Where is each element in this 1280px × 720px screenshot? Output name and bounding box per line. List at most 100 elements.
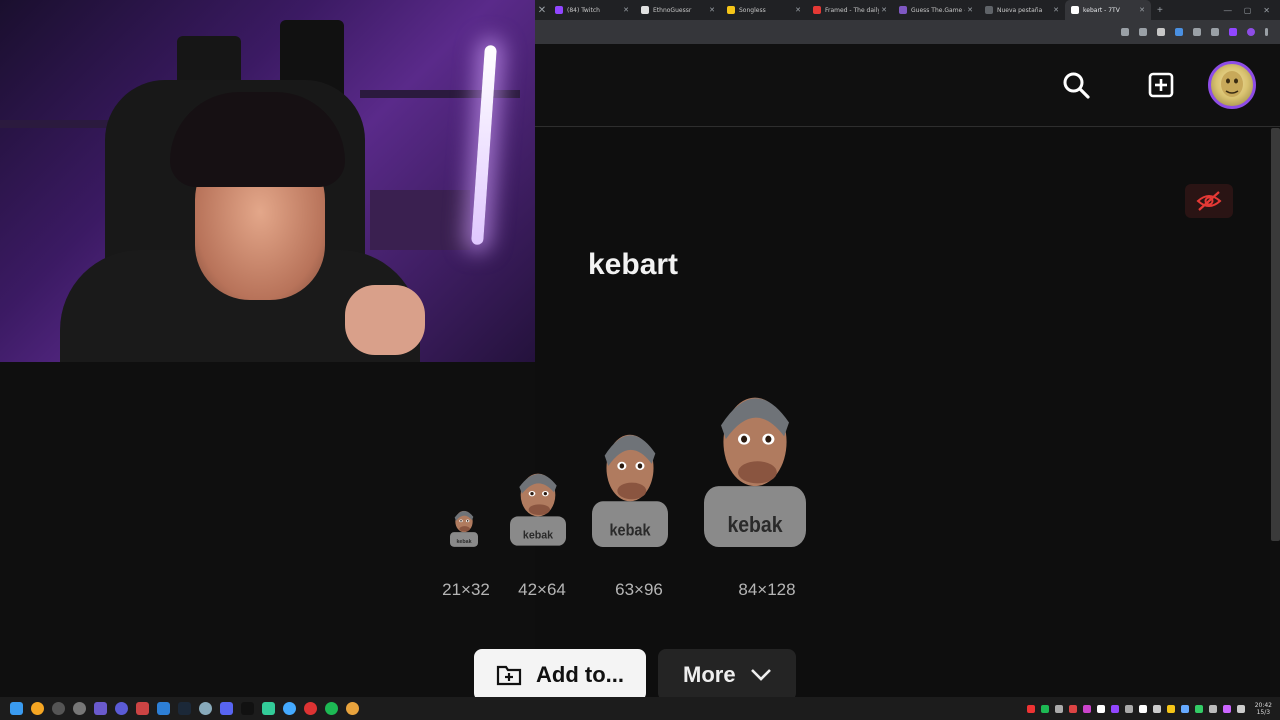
- twitch-icon: [555, 6, 563, 14]
- size-label-3x: 63×96: [615, 580, 663, 599]
- user-avatar[interactable]: [1208, 61, 1256, 109]
- tab-label: Framed - The daily: [825, 6, 880, 14]
- taskbar: 20:42 15/3: [0, 697, 1280, 720]
- tab-label: Nueva pestaña: [997, 6, 1043, 14]
- plus-square-icon[interactable]: [1144, 68, 1178, 102]
- extension-icon[interactable]: [1229, 28, 1237, 36]
- steam-icon[interactable]: [178, 702, 191, 715]
- 7tv-icon: [1071, 6, 1079, 14]
- size-label-4x: 84×128: [738, 580, 796, 599]
- search-icon[interactable]: [31, 702, 44, 715]
- tray-icon[interactable]: [1152, 704, 1161, 713]
- tab-new-tab[interactable]: Nueva pestaña ✕: [979, 0, 1065, 20]
- tab-twitch[interactable]: (84) Twitch ✕: [549, 0, 635, 20]
- search-icon[interactable]: [1059, 68, 1093, 102]
- puzzle-icon[interactable]: [1193, 28, 1201, 36]
- extension-icon[interactable]: [1157, 28, 1165, 36]
- tab-framed[interactable]: Framed - The daily ✕: [807, 0, 893, 20]
- shelf: [360, 90, 520, 98]
- tray-icon[interactable]: [1068, 704, 1077, 713]
- browser-tab-bar: ✕ (84) Twitch ✕ EthnoGuessr ✕ Songless ✕…: [535, 0, 1280, 20]
- discord-icon[interactable]: [220, 702, 233, 715]
- minimize-icon[interactable]: —: [1224, 6, 1232, 15]
- shirt-text: kebak: [523, 529, 553, 541]
- tray-icon[interactable]: [1026, 704, 1035, 713]
- tray-icon[interactable]: [1180, 704, 1189, 713]
- tray-icon[interactable]: [1194, 704, 1203, 713]
- tab-label: Songless: [739, 6, 766, 14]
- close-icon[interactable]: ✕: [623, 6, 629, 14]
- chrome-icon[interactable]: [346, 702, 359, 715]
- system-tray: 20:42 15/3: [1026, 702, 1280, 716]
- address-bar-toolbar: [535, 20, 1280, 44]
- app-icon[interactable]: [157, 702, 170, 715]
- app-icon[interactable]: [199, 702, 212, 715]
- tab-close-icon[interactable]: ✕: [535, 5, 549, 16]
- tiktok-icon[interactable]: [241, 702, 254, 715]
- tray-icon[interactable]: [1208, 704, 1217, 713]
- close-icon[interactable]: ✕: [881, 6, 887, 14]
- shelf: [370, 190, 470, 250]
- emote-preview-2x: kebak: [510, 473, 566, 546]
- close-icon[interactable]: ✕: [795, 6, 801, 14]
- more-label: More: [683, 662, 736, 687]
- windows-start-icon[interactable]: [10, 702, 23, 715]
- spotify-icon[interactable]: [325, 702, 338, 715]
- tray-icon[interactable]: [1222, 704, 1231, 713]
- streamer-hand: [345, 285, 425, 355]
- more-button[interactable]: More: [658, 649, 796, 701]
- ethnoguessr-icon: [641, 6, 649, 14]
- tray-icon[interactable]: [1040, 704, 1049, 713]
- app-icon[interactable]: [136, 702, 149, 715]
- app-icon[interactable]: [73, 702, 86, 715]
- light-bar: [471, 44, 497, 246]
- size-label-2x: 42×64: [518, 580, 566, 599]
- window-controls: — ▢ ✕: [1224, 6, 1280, 15]
- app-icon[interactable]: [283, 702, 296, 715]
- screen: ✕ (84) Twitch ✕ EthnoGuessr ✕ Songless ✕…: [0, 0, 1280, 720]
- bookmark-star-icon[interactable]: [1139, 28, 1147, 36]
- guessthegame-icon: [899, 6, 907, 14]
- app-icon[interactable]: [94, 702, 107, 715]
- streamer-hair: [170, 92, 345, 187]
- close-icon[interactable]: ✕: [1053, 6, 1059, 14]
- eye-off-icon[interactable]: [1185, 184, 1233, 218]
- window-close-icon[interactable]: ✕: [1263, 6, 1270, 15]
- close-icon[interactable]: ✕: [709, 6, 715, 14]
- close-icon[interactable]: ✕: [967, 6, 973, 14]
- songless-icon: [727, 6, 735, 14]
- tray-icon[interactable]: [1082, 704, 1091, 713]
- volume-icon[interactable]: [1236, 704, 1245, 713]
- app-icon[interactable]: [115, 702, 128, 715]
- maximize-icon[interactable]: ▢: [1244, 6, 1252, 15]
- profile-icon[interactable]: [1247, 28, 1255, 36]
- tray-icon[interactable]: [1054, 704, 1063, 713]
- menu-icon[interactable]: [1265, 28, 1268, 36]
- app-icon[interactable]: [52, 702, 65, 715]
- tab-kebart-7tv[interactable]: kebart - 7TV ✕: [1065, 0, 1151, 20]
- emote-title: kebart: [588, 248, 679, 281]
- tab-guessthegame[interactable]: Guess The.Game # ✕: [893, 0, 979, 20]
- tray-icon[interactable]: [1138, 704, 1147, 713]
- emote-preview-1x: kebak: [450, 510, 478, 547]
- tab-songless[interactable]: Songless ✕: [721, 0, 807, 20]
- new-tab-plus-icon[interactable]: +: [1151, 5, 1169, 16]
- clock[interactable]: 20:42 15/3: [1255, 702, 1272, 716]
- add-to-button[interactable]: Add to...: [474, 649, 646, 701]
- site-header: [535, 44, 1280, 127]
- tray-icon[interactable]: [1124, 704, 1133, 713]
- tray-icon[interactable]: [1166, 704, 1175, 713]
- app-icon[interactable]: [262, 702, 275, 715]
- extension-icon[interactable]: [1175, 28, 1183, 36]
- clock-date: 15/3: [1256, 708, 1271, 716]
- emote-preview-3x: kebak: [592, 434, 668, 547]
- tray-icon[interactable]: [1110, 704, 1119, 713]
- app-icon[interactable]: [304, 702, 317, 715]
- zoom-icon[interactable]: [1121, 28, 1129, 36]
- close-icon[interactable]: ✕: [1139, 6, 1145, 14]
- tab-ethnoguessr[interactable]: EthnoGuessr ✕: [635, 0, 721, 20]
- tray-icon[interactable]: [1096, 704, 1105, 713]
- bookmarks-icon[interactable]: [1211, 28, 1219, 36]
- webcam-overlay: [0, 0, 535, 362]
- scrollbar[interactable]: [1271, 128, 1280, 541]
